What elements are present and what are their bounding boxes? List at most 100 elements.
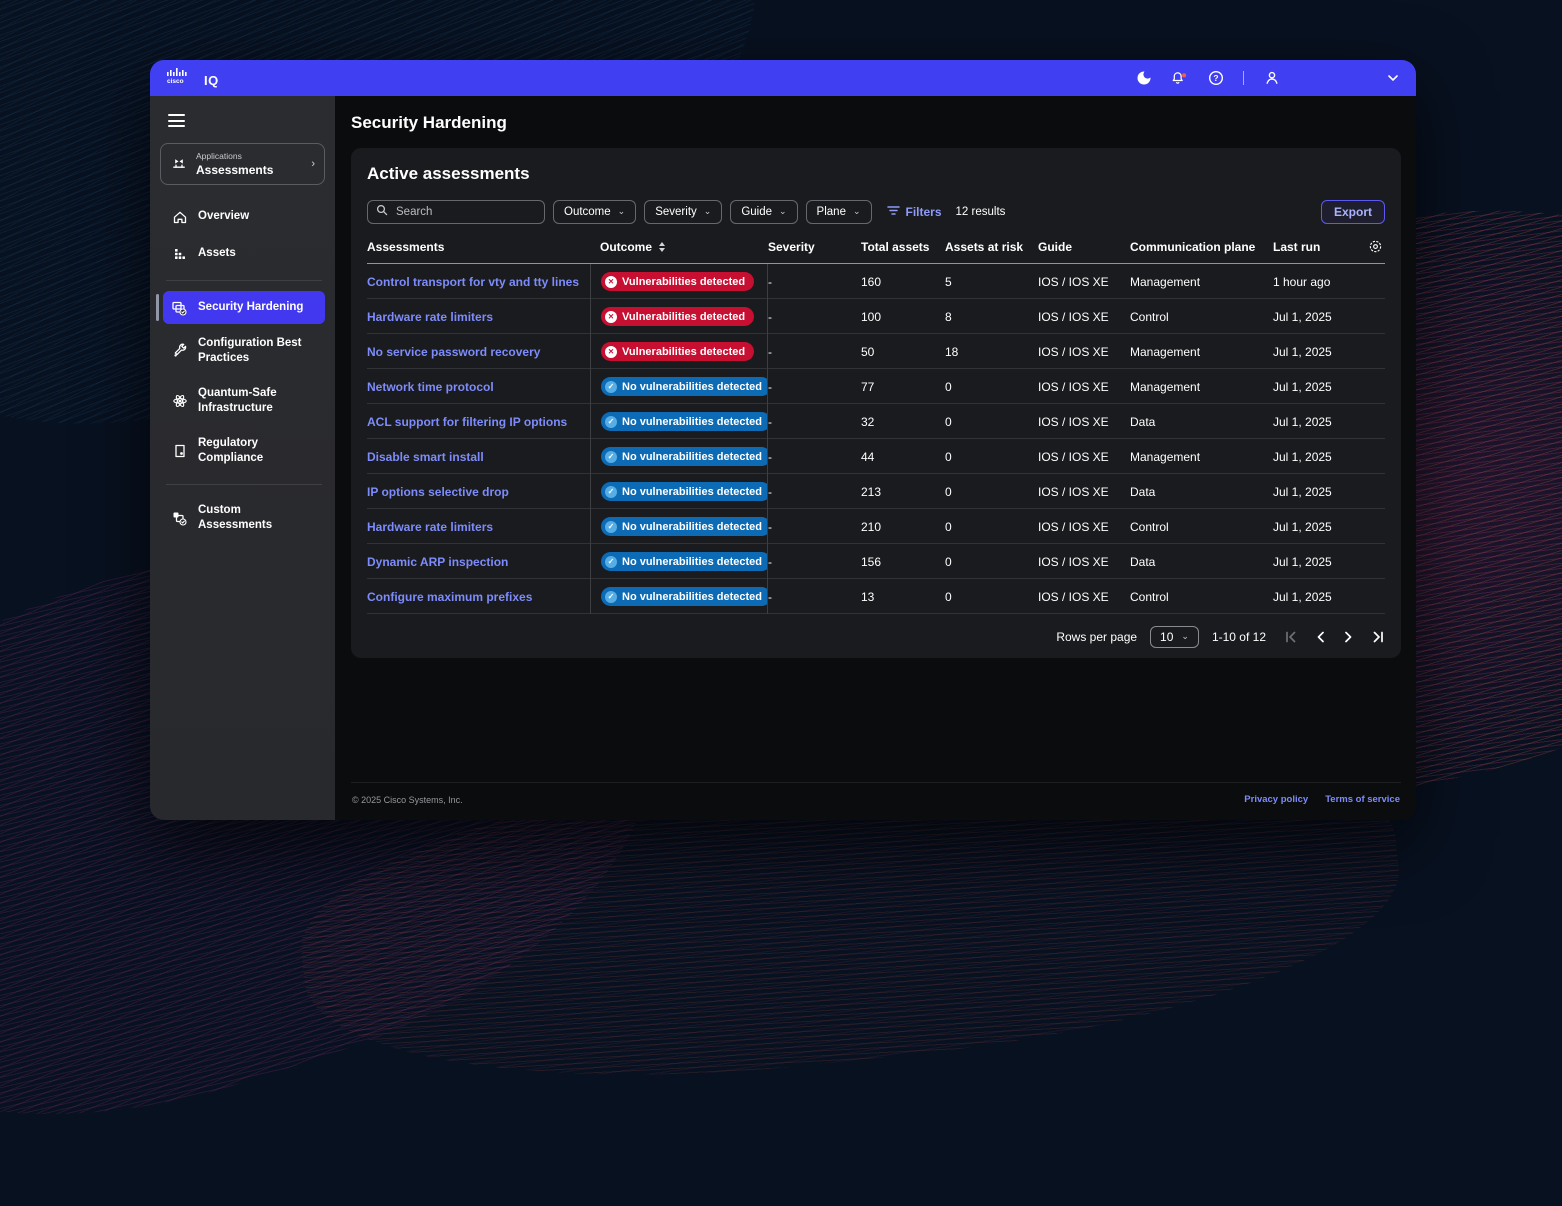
assessment-link[interactable]: Dynamic ARP inspection [367, 555, 508, 569]
assessment-link[interactable]: Disable smart install [367, 450, 484, 464]
outcome-badge-label: No vulnerabilities detected [622, 486, 762, 498]
last-run-cell: Jul 1, 2025 [1273, 310, 1359, 324]
guide-cell: IOS / IOS XE [1038, 310, 1130, 324]
column-header-communication-plane[interactable]: Communication plane [1130, 240, 1273, 263]
footer: © 2025 Cisco Systems, Inc. Privacy polic… [351, 782, 1401, 820]
last-run-cell: Jul 1, 2025 [1273, 590, 1359, 604]
column-header-outcome[interactable]: Outcome [590, 240, 768, 263]
table-controls: Outcome⌄Severity⌄Guide⌄Plane⌄ Filters 12… [367, 200, 1385, 224]
app-window: cisco IQ ? [150, 60, 1416, 820]
check-circle-icon: ✓ [605, 591, 617, 603]
assets-icon [171, 245, 188, 262]
outcome-badge-label: No vulnerabilities detected [622, 451, 762, 463]
next-page-icon[interactable] [1344, 631, 1353, 643]
severity-filter-dropdown[interactable]: Severity⌄ [644, 200, 722, 224]
total-assets-cell: 213 [861, 485, 945, 499]
severity-cell: - [768, 520, 861, 534]
table-row: Configure maximum prefixes ✓No vulnerabil… [367, 579, 1385, 614]
communication-plane-cell: Control [1130, 590, 1273, 604]
terms-of-service-link[interactable]: Terms of service [1325, 794, 1400, 805]
assessment-link[interactable]: Hardware rate limiters [367, 520, 493, 534]
search-field[interactable] [394, 205, 536, 219]
column-settings-gear-icon[interactable] [1359, 239, 1385, 263]
column-header-assets-at-risk[interactable]: Assets at risk [945, 240, 1038, 263]
assessments-app-icon [170, 156, 187, 173]
outcome-badge: ✕Vulnerabilities detected [601, 272, 754, 291]
sidebar-item-configuration-best-practices[interactable]: Configuration Best Practices [163, 328, 325, 374]
assessment-link[interactable]: Control transport for vty and tty lines [367, 275, 579, 289]
main-content: Security Hardening Active assessments [335, 96, 1416, 820]
assessment-link[interactable]: Configure maximum prefixes [367, 590, 532, 604]
rows-per-page-select[interactable]: 10 ⌄ [1150, 626, 1199, 648]
search-input[interactable] [367, 200, 545, 224]
menu-hamburger-icon[interactable] [168, 114, 185, 127]
assets-at-risk-cell: 0 [945, 415, 1038, 429]
search-icon [376, 203, 388, 221]
column-header-severity[interactable]: Severity [768, 240, 861, 263]
cisco-logo-icon: cisco [167, 67, 195, 89]
assets-at-risk-cell: 0 [945, 555, 1038, 569]
sidebar-item-regulatory-compliance[interactable]: Regulatory Compliance [163, 428, 325, 474]
sidebar-item-overview[interactable]: Overview [163, 200, 325, 233]
column-header-total-assets[interactable]: Total assets [861, 240, 945, 263]
outcome-badge: ✓No vulnerabilities detected [601, 587, 768, 606]
column-header-assessments[interactable]: Assessments [367, 240, 590, 263]
pagination-bar: Rows per page 10 ⌄ 1-10 of 12 [367, 626, 1385, 648]
sidebar-item-label: Overview [198, 209, 249, 224]
previous-page-icon[interactable] [1316, 631, 1325, 643]
app-switcher[interactable]: Applications Assessments › [160, 143, 325, 185]
svg-text:?: ? [1213, 73, 1218, 83]
communication-plane-cell: Management [1130, 450, 1273, 464]
chevron-down-icon: ⌄ [853, 206, 861, 217]
chevron-down-icon: ⌄ [779, 206, 787, 217]
sidebar-item-security-hardening[interactable]: Security Hardening [163, 291, 325, 324]
total-assets-cell: 156 [861, 555, 945, 569]
first-page-icon[interactable] [1284, 631, 1297, 643]
assessment-link[interactable]: Network time protocol [367, 380, 494, 394]
assessment-cell: Network time protocol [367, 380, 590, 394]
guide-cell: IOS / IOS XE [1038, 590, 1130, 604]
chevron-down-icon[interactable] [1387, 74, 1399, 82]
column-label: Guide [1038, 240, 1072, 254]
last-run-cell: Jul 1, 2025 [1273, 345, 1359, 359]
outcome-cell: ✕Vulnerabilities detected [590, 264, 768, 299]
guide-cell: IOS / IOS XE [1038, 555, 1130, 569]
communication-plane-cell: Management [1130, 345, 1273, 359]
custom-icon [171, 509, 188, 526]
outcome-badge: ✓ No vulnerabilities detected [601, 447, 768, 466]
sidebar-item-assets[interactable]: Assets [163, 237, 325, 270]
assessment-link[interactable]: Hardware rate limiters [367, 310, 493, 324]
theme-icon[interactable] [1135, 70, 1152, 87]
assets-at-risk-cell: 0 [945, 520, 1038, 534]
filters-toggle[interactable]: Filters [887, 205, 942, 219]
assessment-link[interactable]: IP options selective drop [367, 485, 509, 499]
sidebar-item-custom-assessments[interactable]: Custom Assessments [163, 495, 325, 541]
outcome-cell: ✓No vulnerabilities detected [590, 579, 768, 614]
assessment-link[interactable]: ACL support for filtering IP options [367, 415, 567, 429]
table-row: Network time protocol✓No vulnerabilities… [367, 369, 1385, 404]
assets-at-risk-cell: 8 [945, 310, 1038, 324]
sidebar-item-quantum-safe-infrastructure[interactable]: Quantum-Safe Infrastructure [163, 378, 325, 424]
assessment-link[interactable]: No service password recovery [367, 345, 540, 359]
plane-filter-dropdown[interactable]: Plane⌄ [806, 200, 872, 224]
privacy-policy-link[interactable]: Privacy policy [1244, 794, 1308, 805]
doc-icon [171, 442, 188, 459]
atom-icon [171, 392, 188, 409]
export-button[interactable]: Export [1321, 200, 1385, 224]
notifications-bell-icon[interactable] [1171, 70, 1188, 87]
communication-plane-cell: Data [1130, 415, 1273, 429]
help-icon[interactable]: ? [1207, 70, 1224, 87]
column-header-last-run[interactable]: Last run [1273, 240, 1359, 263]
column-header-guide[interactable]: Guide [1038, 240, 1130, 263]
assessment-cell: Dynamic ARP inspection [367, 555, 590, 569]
check-circle-icon: ✓ [605, 451, 617, 463]
account-icon[interactable] [1263, 70, 1280, 87]
guide-filter-dropdown[interactable]: Guide⌄ [730, 200, 797, 224]
last-run-cell: Jul 1, 2025 [1273, 450, 1359, 464]
brand: cisco IQ [167, 67, 219, 89]
guide-cell: IOS / IOS XE [1038, 380, 1130, 394]
sidebar-divider [166, 280, 322, 281]
last-page-icon[interactable] [1372, 631, 1385, 643]
assessment-cell: ACL support for filtering IP options [367, 415, 590, 429]
outcome-filter-dropdown[interactable]: Outcome⌄ [553, 200, 636, 224]
